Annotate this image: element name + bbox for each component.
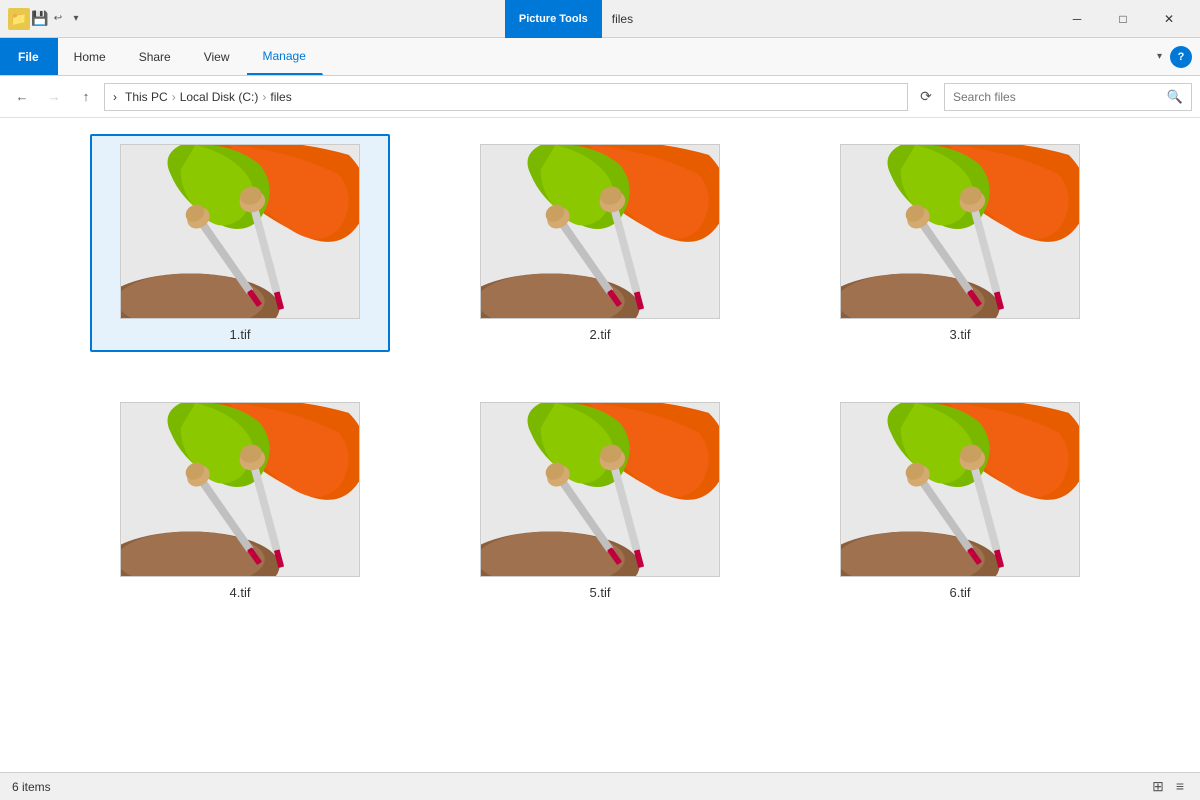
tab-view[interactable]: View bbox=[188, 38, 247, 75]
maximize-button[interactable]: □ bbox=[1100, 0, 1146, 38]
status-bar: 6 items ⊞ ≡ bbox=[0, 772, 1200, 800]
title-bar-left: 📁 💾 ↩ ▾ bbox=[8, 8, 84, 30]
undo-icon[interactable]: ↩ bbox=[50, 11, 66, 27]
tab-home[interactable]: Home bbox=[58, 38, 123, 75]
large-icon-view-button[interactable]: ⊞ bbox=[1148, 776, 1168, 797]
file-name: 5.tif bbox=[590, 585, 611, 600]
path-segment-localdisk[interactable]: Local Disk (C:) bbox=[180, 90, 259, 104]
ribbon: File Home Share View Manage ▾ ? bbox=[0, 38, 1200, 76]
close-button[interactable]: ✕ bbox=[1146, 0, 1192, 38]
save-icon[interactable]: 💾 bbox=[32, 11, 48, 27]
refresh-button[interactable]: ⟳ bbox=[912, 83, 940, 111]
view-mode-buttons: ⊞ ≡ bbox=[1148, 776, 1188, 797]
quick-access-toolbar: 📁 💾 ↩ ▾ bbox=[8, 8, 84, 30]
list-view-button[interactable]: ≡ bbox=[1172, 776, 1188, 797]
file-thumbnail bbox=[120, 144, 360, 319]
path-segment-thispc[interactable]: This PC bbox=[125, 90, 168, 104]
search-input[interactable] bbox=[953, 90, 1163, 104]
picture-tools-tab[interactable]: Picture Tools bbox=[505, 0, 602, 38]
back-button[interactable]: ← bbox=[8, 83, 36, 111]
address-path[interactable]: › This PC › Local Disk (C:) › files bbox=[104, 83, 908, 111]
file-thumbnail bbox=[120, 402, 360, 577]
search-box[interactable]: 🔍 bbox=[944, 83, 1192, 111]
ribbon-right: ▾ ? bbox=[1153, 38, 1200, 75]
file-thumbnail bbox=[480, 402, 720, 577]
file-item[interactable]: 6.tif bbox=[810, 392, 1110, 610]
title-bar: 📁 💾 ↩ ▾ Picture Tools files ─ □ ✕ bbox=[0, 0, 1200, 38]
dropdown-arrow-icon[interactable]: ▾ bbox=[68, 11, 84, 27]
file-item[interactable]: 5.tif bbox=[450, 392, 750, 610]
folder-icon: 📁 bbox=[8, 8, 30, 30]
file-thumbnail bbox=[840, 402, 1080, 577]
file-item[interactable]: 4.tif bbox=[90, 392, 390, 610]
window-controls: ─ □ ✕ bbox=[1054, 0, 1192, 38]
file-name: 3.tif bbox=[950, 327, 971, 342]
file-name: 6.tif bbox=[950, 585, 971, 600]
up-button[interactable]: ↑ bbox=[72, 83, 100, 111]
file-name: 1.tif bbox=[230, 327, 251, 342]
file-name: 4.tif bbox=[230, 585, 251, 600]
help-button[interactable]: ? bbox=[1170, 46, 1192, 68]
tab-file[interactable]: File bbox=[0, 38, 58, 75]
search-icon[interactable]: 🔍 bbox=[1167, 89, 1183, 105]
item-count: 6 items bbox=[12, 780, 51, 794]
main-area: 1.tif bbox=[0, 118, 1200, 772]
title-bar-center: Picture Tools files bbox=[505, 0, 633, 38]
window-title: files bbox=[612, 12, 633, 26]
tab-manage[interactable]: Manage bbox=[247, 38, 323, 75]
address-bar: ← → ↑ › This PC › Local Disk (C:) › file… bbox=[0, 76, 1200, 118]
file-grid: 1.tif bbox=[24, 134, 1176, 610]
file-item[interactable]: 1.tif bbox=[90, 134, 390, 352]
tab-share[interactable]: Share bbox=[123, 38, 188, 75]
file-item[interactable]: 3.tif bbox=[810, 134, 1110, 352]
file-thumbnail bbox=[480, 144, 720, 319]
file-name: 2.tif bbox=[590, 327, 611, 342]
file-item[interactable]: 2.tif bbox=[450, 134, 750, 352]
path-segment-files[interactable]: files bbox=[270, 90, 291, 104]
file-thumbnail bbox=[840, 144, 1080, 319]
forward-button: → bbox=[40, 83, 68, 111]
minimize-button[interactable]: ─ bbox=[1054, 0, 1100, 38]
ribbon-collapse-icon[interactable]: ▾ bbox=[1153, 47, 1166, 66]
path-segment-home: › bbox=[113, 90, 117, 104]
